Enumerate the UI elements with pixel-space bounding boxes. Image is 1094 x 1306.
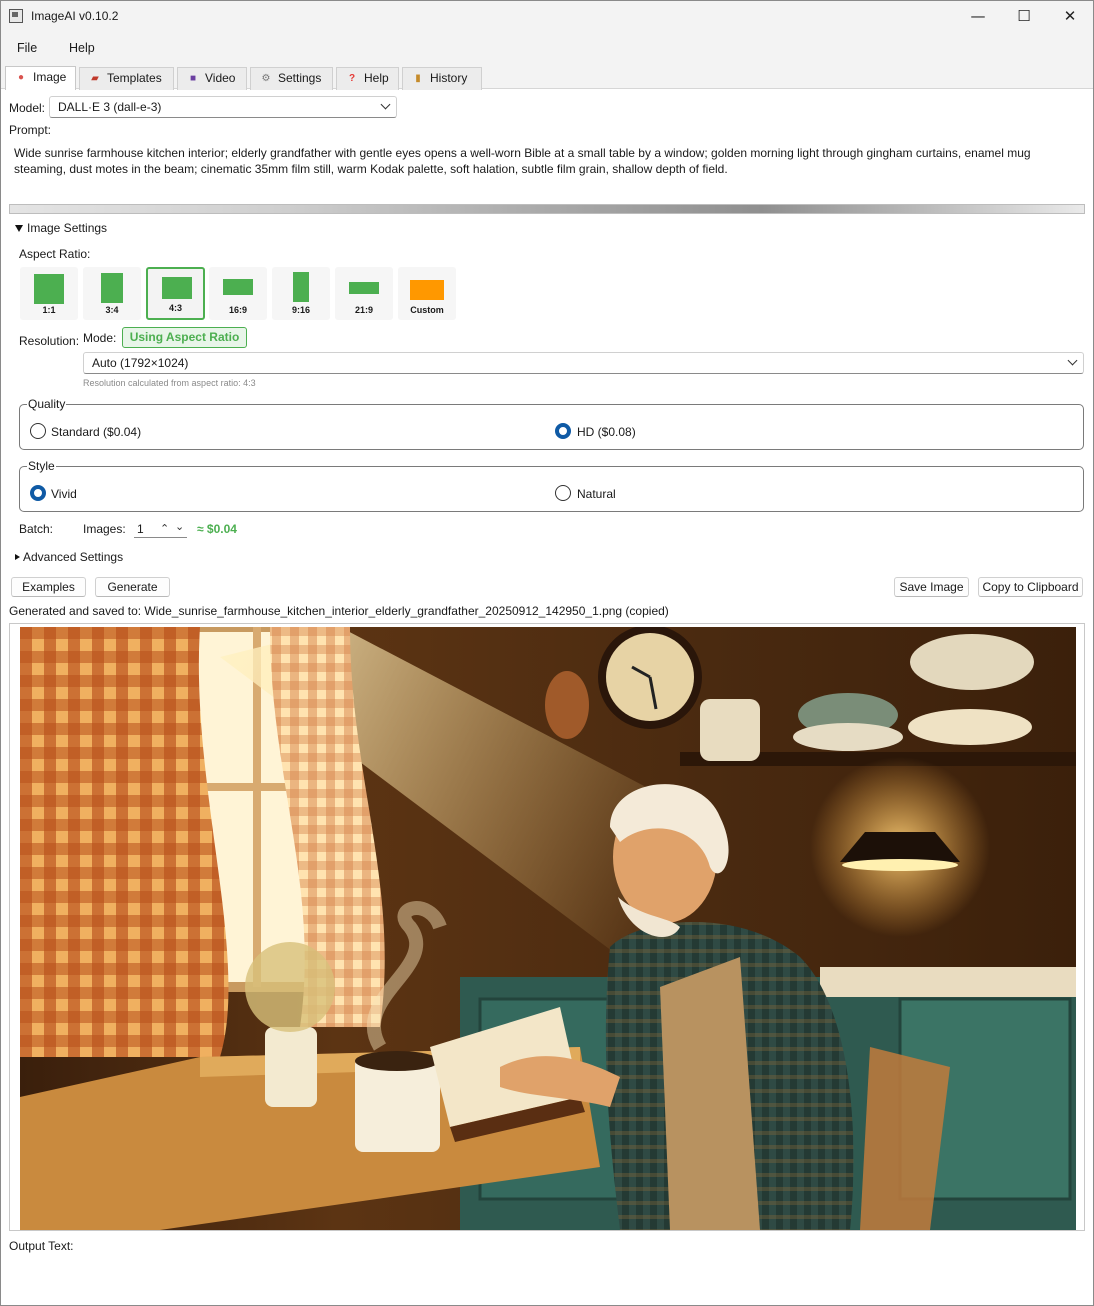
copy-to-clipboard-button[interactable]: Copy to Clipboard (978, 577, 1083, 597)
tab-label: History (430, 71, 468, 85)
title-bar: ImageAI v0.10.2 — ☐ ✕ (1, 1, 1093, 32)
aspect-1-1-button[interactable]: 1:1 (20, 267, 78, 320)
aspect-21-9-preview (349, 282, 379, 294)
tab-settings[interactable]: ⚙ Settings (250, 67, 333, 90)
quality-hd-label[interactable]: HD ($0.08) (577, 425, 636, 439)
generated-image[interactable] (20, 627, 1076, 1230)
aspect-3-4-preview (101, 273, 123, 303)
aspect-21-9-button[interactable]: 21:9 (335, 267, 393, 320)
prompt-label: Prompt: (9, 123, 52, 137)
tab-history[interactable]: ▮ History (402, 67, 482, 90)
splitter-handle[interactable] (9, 204, 1085, 214)
tab-video[interactable]: ■ Video (177, 67, 247, 90)
aspect-label: 3:4 (105, 305, 119, 315)
aspect-label: 16:9 (228, 305, 247, 315)
quality-standard-radio[interactable] (30, 423, 46, 439)
model-value: DALL·E 3 (dall-e-3) (58, 100, 162, 114)
style-group (19, 466, 1084, 512)
clapper-icon: ■ (189, 73, 197, 84)
style-vivid-label[interactable]: Vivid (51, 487, 77, 501)
expand-right-icon[interactable] (15, 554, 20, 560)
resolution-select[interactable]: Auto (1792×1024) (83, 352, 1084, 374)
save-image-button[interactable]: Save Image (894, 577, 969, 597)
aspect-9-16-preview (293, 272, 309, 302)
images-spinbox[interactable]: 1 ⌃ ⌄ (134, 520, 187, 538)
chevron-down-icon (380, 99, 391, 110)
tab-templates[interactable]: ▰ Templates (79, 67, 174, 90)
quality-hd-radio[interactable] (555, 423, 571, 439)
aspect-custom-preview (410, 280, 444, 300)
resolution-label: Resolution: (19, 334, 80, 348)
aspect-3-4-button[interactable]: 3:4 (83, 267, 141, 320)
generated-image-art (20, 627, 1076, 1230)
chevron-down-icon[interactable]: ⌄ (175, 518, 184, 536)
resolution-hint: Resolution calculated from aspect ratio:… (83, 378, 256, 388)
images-count: 1 (137, 522, 144, 536)
image-settings-header[interactable]: Image Settings (27, 221, 107, 235)
maximize-button[interactable]: ☐ (1001, 1, 1047, 32)
style-title: Style (27, 459, 56, 473)
style-vivid-radio[interactable] (30, 485, 46, 501)
tab-help[interactable]: ? Help (336, 67, 399, 90)
mode-label: Mode: (83, 331, 117, 345)
status-text: Generated and saved to: Wide_sunrise_far… (9, 604, 669, 618)
image-preview-frame (9, 623, 1085, 1231)
style-natural-label[interactable]: Natural (577, 487, 616, 501)
images-label: Images: (83, 522, 126, 536)
app-icon (9, 9, 23, 23)
aspect-9-16-button[interactable]: 9:16 (272, 267, 330, 320)
style-natural-radio[interactable] (555, 485, 571, 501)
aspect-label: 4:3 (168, 303, 182, 313)
aspect-1-1-preview (34, 274, 64, 304)
aspect-16-9-preview (223, 279, 253, 295)
generate-button[interactable]: Generate (95, 577, 170, 597)
resolution-value: Auto (1792×1024) (92, 356, 189, 370)
prompt-input[interactable]: Wide sunrise farmhouse kitchen interior;… (9, 141, 1085, 199)
close-button[interactable]: ✕ (1047, 1, 1093, 32)
tab-label: Video (205, 71, 236, 85)
palette-icon: ● (17, 72, 25, 83)
batch-cost: ≈ $0.04 (197, 522, 237, 536)
window-title: ImageAI v0.10.2 (31, 9, 119, 23)
menu-file[interactable]: File (17, 41, 37, 55)
aspect-4-3-button[interactable]: 4:3 (146, 267, 205, 320)
aspect-16-9-button[interactable]: 16:9 (209, 267, 267, 320)
model-select[interactable]: DALL·E 3 (dall-e-3) (49, 96, 397, 118)
model-label: Model: (9, 101, 46, 115)
chevron-down-icon (1067, 355, 1078, 366)
menu-bar: File Help (1, 32, 1093, 63)
aspect-label: 1:1 (42, 305, 56, 315)
aspect-label: 9:16 (291, 305, 310, 315)
minimize-button[interactable]: — (955, 1, 1001, 32)
tab-image[interactable]: ● Image (5, 66, 76, 90)
output-text-label: Output Text: (9, 1239, 74, 1253)
batch-label: Batch: (19, 522, 54, 536)
quality-title: Quality (27, 397, 67, 411)
tab-bar: ● Image ▰ Templates ■ Video ⚙ Settings ?… (1, 63, 1093, 90)
book-icon: ▰ (91, 73, 99, 84)
gear-icon: ⚙ (261, 73, 271, 84)
aspect-label: Custom (410, 305, 444, 315)
quality-group (19, 404, 1084, 450)
question-icon: ? (348, 73, 356, 84)
examples-button[interactable]: Examples (11, 577, 86, 597)
scroll-icon: ▮ (415, 73, 421, 84)
resolution-mode-button[interactable]: Using Aspect Ratio (122, 327, 247, 348)
chevron-up-icon[interactable]: ⌃ (160, 520, 169, 538)
aspect-ratio-label: Aspect Ratio: (19, 247, 91, 261)
tab-label: Help (364, 71, 389, 85)
tab-label: Settings (278, 71, 322, 85)
menu-help[interactable]: Help (69, 41, 95, 55)
aspect-label: 21:9 (354, 305, 373, 315)
aspect-custom-button[interactable]: Custom (398, 267, 456, 320)
collapse-down-icon[interactable] (15, 225, 23, 232)
quality-standard-label[interactable]: Standard ($0.04) (51, 425, 141, 439)
advanced-settings-header[interactable]: Advanced Settings (23, 550, 123, 564)
aspect-4-3-preview (162, 277, 192, 299)
tab-label: Image (33, 70, 67, 84)
tab-label: Templates (107, 71, 162, 85)
app-window: ImageAI v0.10.2 — ☐ ✕ File Help ● Image … (0, 0, 1094, 1306)
